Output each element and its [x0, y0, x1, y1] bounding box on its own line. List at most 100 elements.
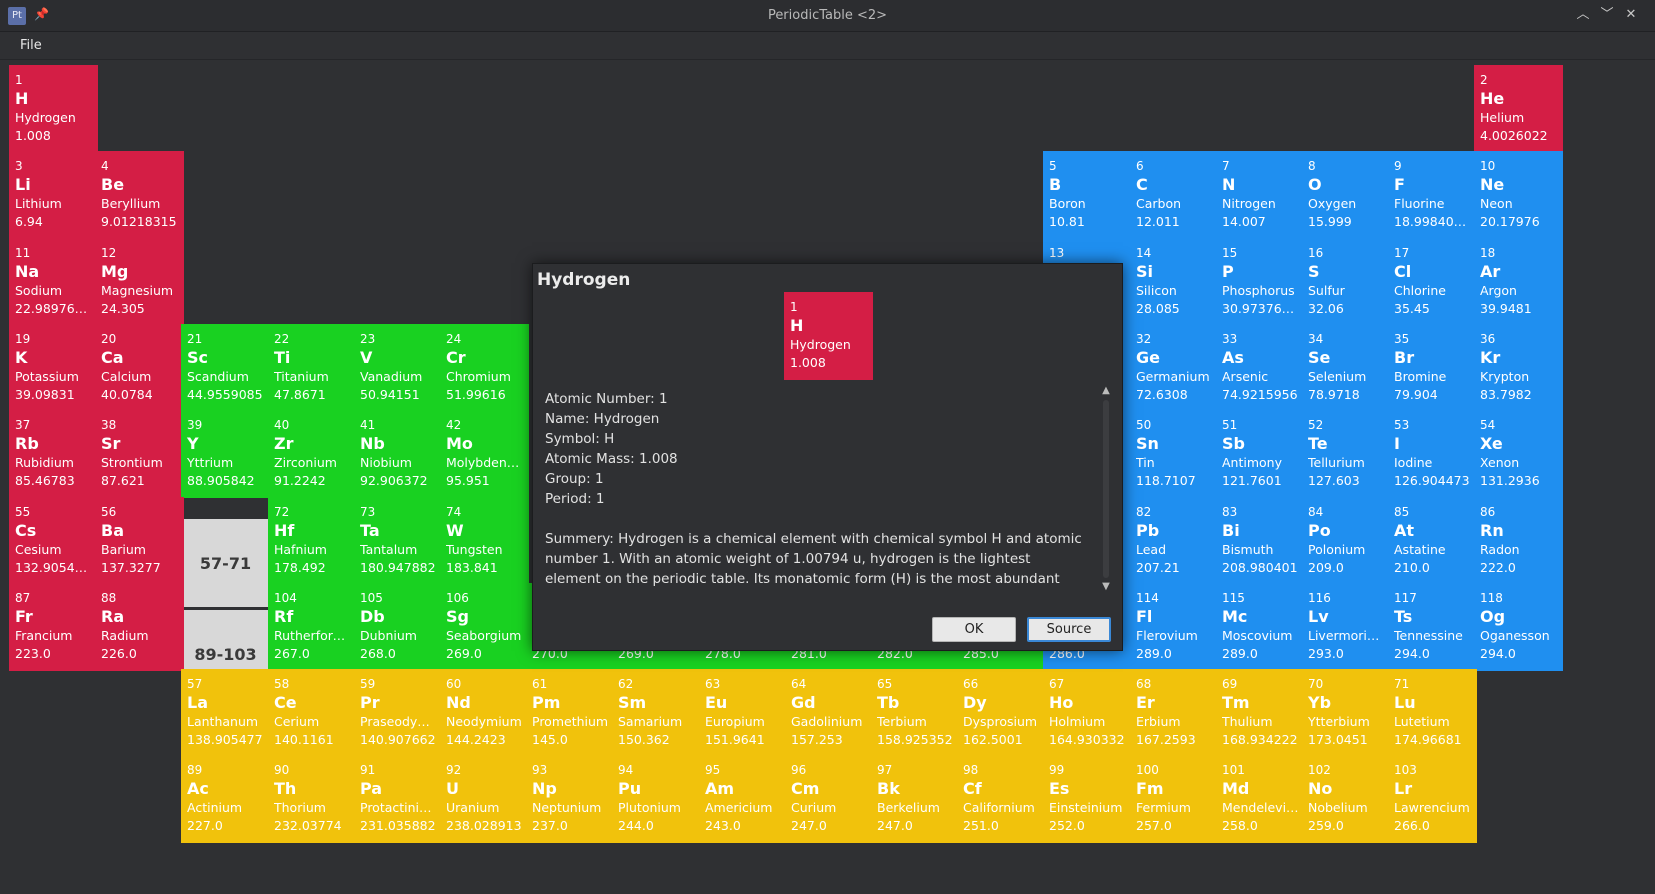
element-cell-bi[interactable]: 83 Bi Bismuth 208.980401 [1216, 497, 1305, 585]
element-cell-tm[interactable]: 69 Tm Thulium 168.934222 [1216, 669, 1305, 757]
element-cell-cm[interactable]: 96 Cm Curium 247.0 [785, 755, 874, 843]
element-cell-db[interactable]: 105 Db Dubnium 268.0 [354, 583, 443, 671]
element-cell-u[interactable]: 92 U Uranium 238.028913 [440, 755, 529, 843]
element-cell-no[interactable]: 102 No Nobelium 259.0 [1302, 755, 1391, 843]
element-cell-la[interactable]: 57 La Lanthanum 138.905477 [181, 669, 270, 757]
element-cell-og[interactable]: 118 Og Oganesson 294.0 [1474, 583, 1563, 671]
element-cell-lv[interactable]: 116 Lv Livermorium 293.0 [1302, 583, 1391, 671]
element-cell-ts[interactable]: 117 Ts Tennessine 294.0 [1388, 583, 1477, 671]
element-cell-cr[interactable]: 24 Cr Chromium 51.99616 [440, 324, 529, 412]
element-cell-nd[interactable]: 60 Nd Neodymium 144.2423 [440, 669, 529, 757]
element-cell-dy[interactable]: 66 Dy Dysprosium 162.5001 [957, 669, 1046, 757]
element-cell-er[interactable]: 68 Er Erbium 167.2593 [1130, 669, 1219, 757]
element-cell-o[interactable]: 8 O Oxygen 15.999 [1302, 151, 1391, 239]
element-cell-pr[interactable]: 59 Pr Praseody… 140.907662 [354, 669, 443, 757]
element-cell-mc[interactable]: 115 Mc Moscovium 289.0 [1216, 583, 1305, 671]
element-cell-eu[interactable]: 63 Eu Europium 151.9641 [699, 669, 788, 757]
element-cell-b[interactable]: 5 B Boron 10.81 [1043, 151, 1132, 239]
element-cell-rn[interactable]: 86 Rn Radon 222.0 [1474, 497, 1563, 585]
element-cell-as[interactable]: 33 As Arsenic 74.9215956 [1216, 324, 1305, 412]
element-cell-v[interactable]: 23 V Vanadium 50.94151 [354, 324, 443, 412]
element-cell-gd[interactable]: 64 Gd Gadolinium 157.253 [785, 669, 874, 757]
element-cell-at[interactable]: 85 At Astatine 210.0 [1388, 497, 1477, 585]
element-cell-cf[interactable]: 98 Cf Californium 251.0 [957, 755, 1046, 843]
scroll-down-icon[interactable]: ▼ [1099, 580, 1113, 594]
element-cell-ba[interactable]: 56 Ba Barium 137.3277 [95, 497, 184, 585]
element-cell-np[interactable]: 93 Np Neptunium 237.0 [526, 755, 615, 843]
lanthanides-placeholder[interactable]: 57-71 [181, 519, 270, 607]
scroll-up-icon[interactable]: ▲ [1099, 384, 1113, 398]
element-cell-pa[interactable]: 91 Pa Protactinium 231.035882 [354, 755, 443, 843]
element-cell-si[interactable]: 14 Si Silicon 28.085 [1130, 238, 1219, 326]
element-cell-md[interactable]: 101 Md Mendelevi… 258.0 [1216, 755, 1305, 843]
element-cell-ti[interactable]: 22 Ti Titanium 47.8671 [268, 324, 357, 412]
element-cell-ar[interactable]: 18 Ar Argon 39.9481 [1474, 238, 1563, 326]
element-cell-cs[interactable]: 55 Cs Cesium 132.90545… [9, 497, 98, 585]
scrollbar-track[interactable] [1103, 400, 1109, 578]
element-cell-es[interactable]: 99 Es Einsteinium 252.0 [1043, 755, 1132, 843]
element-cell-bk[interactable]: 97 Bk Berkelium 247.0 [871, 755, 960, 843]
element-cell-ra[interactable]: 88 Ra Radium 226.0 [95, 583, 184, 671]
element-cell-be[interactable]: 4 Be Beryllium 9.01218315 [95, 151, 184, 239]
element-cell-sm[interactable]: 62 Sm Samarium 150.362 [612, 669, 701, 757]
ok-button[interactable]: OK [932, 617, 1016, 642]
element-cell-ac[interactable]: 89 Ac Actinium 227.0 [181, 755, 270, 843]
maximize-icon[interactable]: ︿ [1574, 6, 1592, 24]
element-cell-se[interactable]: 34 Se Selenium 78.9718 [1302, 324, 1391, 412]
element-cell-nb[interactable]: 41 Nb Niobium 92.906372 [354, 410, 443, 498]
element-cell-sg[interactable]: 106 Sg Seaborgium 269.0 [440, 583, 529, 671]
element-cell-sr[interactable]: 38 Sr Strontium 87.621 [95, 410, 184, 498]
element-cell-li[interactable]: 3 Li Lithium 6.94 [9, 151, 98, 239]
element-cell-ta[interactable]: 73 Ta Tantalum 180.947882 [354, 497, 443, 585]
element-cell-zr[interactable]: 40 Zr Zirconium 91.2242 [268, 410, 357, 498]
menu-file[interactable]: File [12, 36, 50, 55]
element-cell-s[interactable]: 16 S Sulfur 32.06 [1302, 238, 1391, 326]
element-cell-pb[interactable]: 82 Pb Lead 207.21 [1130, 497, 1219, 585]
element-info-text[interactable]: Atomic Number: 1 Name: Hydrogen Symbol: … [545, 389, 1090, 591]
element-cell-rb[interactable]: 37 Rb Rubidium 85.46783 [9, 410, 98, 498]
element-cell-fl[interactable]: 114 Fl Flerovium 289.0 [1130, 583, 1219, 671]
element-cell-f[interactable]: 9 F Fluorine 18.998403… [1388, 151, 1477, 239]
element-cell-hf[interactable]: 72 Hf Hafnium 178.492 [268, 497, 357, 585]
element-cell-ca[interactable]: 20 Ca Calcium 40.0784 [95, 324, 184, 412]
element-cell-yb[interactable]: 70 Yb Ytterbium 173.0451 [1302, 669, 1391, 757]
element-cell-xe[interactable]: 54 Xe Xenon 131.2936 [1474, 410, 1563, 498]
element-cell-mg[interactable]: 12 Mg Magnesium 24.305 [95, 238, 184, 326]
element-cell-am[interactable]: 95 Am Americium 243.0 [699, 755, 788, 843]
element-cell-po[interactable]: 84 Po Polonium 209.0 [1302, 497, 1391, 585]
element-cell-lu[interactable]: 71 Lu Lutetium 174.96681 [1388, 669, 1477, 757]
element-cell-n[interactable]: 7 N Nitrogen 14.007 [1216, 151, 1305, 239]
element-cell-y[interactable]: 39 Y Yttrium 88.905842 [181, 410, 270, 498]
element-cell-na[interactable]: 11 Na Sodium 22.989769… [9, 238, 98, 326]
element-cell-rf[interactable]: 104 Rf Rutherford… 267.0 [268, 583, 357, 671]
element-cell-cl[interactable]: 17 Cl Chlorine 35.45 [1388, 238, 1477, 326]
element-cell-te[interactable]: 52 Te Tellurium 127.603 [1302, 410, 1391, 498]
element-cell-h[interactable]: 1 H Hydrogen 1.008 [9, 65, 98, 153]
element-cell-ho[interactable]: 67 Ho Holmium 164.930332 [1043, 669, 1132, 757]
minimize-icon[interactable]: ﹀ [1598, 6, 1616, 24]
element-cell-tb[interactable]: 65 Tb Terbium 158.925352 [871, 669, 960, 757]
element-cell-pm[interactable]: 61 Pm Promethium 145.0 [526, 669, 615, 757]
source-button[interactable]: Source [1027, 617, 1111, 642]
element-cell-br[interactable]: 35 Br Bromine 79.904 [1388, 324, 1477, 412]
element-cell-i[interactable]: 53 I Iodine 126.904473 [1388, 410, 1477, 498]
element-cell-mo[interactable]: 42 Mo Molybdenum 95.951 [440, 410, 529, 498]
element-cell-p[interactable]: 15 P Phosphorus 30.973761… [1216, 238, 1305, 326]
element-cell-sb[interactable]: 51 Sb Antimony 121.7601 [1216, 410, 1305, 498]
element-cell-ge[interactable]: 32 Ge Germanium 72.6308 [1130, 324, 1219, 412]
element-cell-th[interactable]: 90 Th Thorium 232.03774 [268, 755, 357, 843]
element-cell-kr[interactable]: 36 Kr Krypton 83.7982 [1474, 324, 1563, 412]
element-cell-fm[interactable]: 100 Fm Fermium 257.0 [1130, 755, 1219, 843]
element-cell-c[interactable]: 6 C Carbon 12.011 [1130, 151, 1219, 239]
element-cell-k[interactable]: 19 K Potassium 39.09831 [9, 324, 98, 412]
info-scrollbar[interactable]: ▲ ▼ [1099, 384, 1113, 594]
element-cell-sc[interactable]: 21 Sc Scandium 44.9559085 [181, 324, 270, 412]
element-cell-he[interactable]: 2 He Helium 4.0026022 [1474, 65, 1563, 153]
element-cell-pu[interactable]: 94 Pu Plutonium 244.0 [612, 755, 701, 843]
element-cell-ce[interactable]: 58 Ce Cerium 140.1161 [268, 669, 357, 757]
element-cell-sn[interactable]: 50 Sn Tin 118.7107 [1130, 410, 1219, 498]
close-icon[interactable]: ✕ [1622, 6, 1640, 24]
element-cell-w[interactable]: 74 W Tungsten 183.841 [440, 497, 529, 585]
element-cell-lr[interactable]: 103 Lr Lawrencium 266.0 [1388, 755, 1477, 843]
element-cell-ne[interactable]: 10 Ne Neon 20.17976 [1474, 151, 1563, 239]
